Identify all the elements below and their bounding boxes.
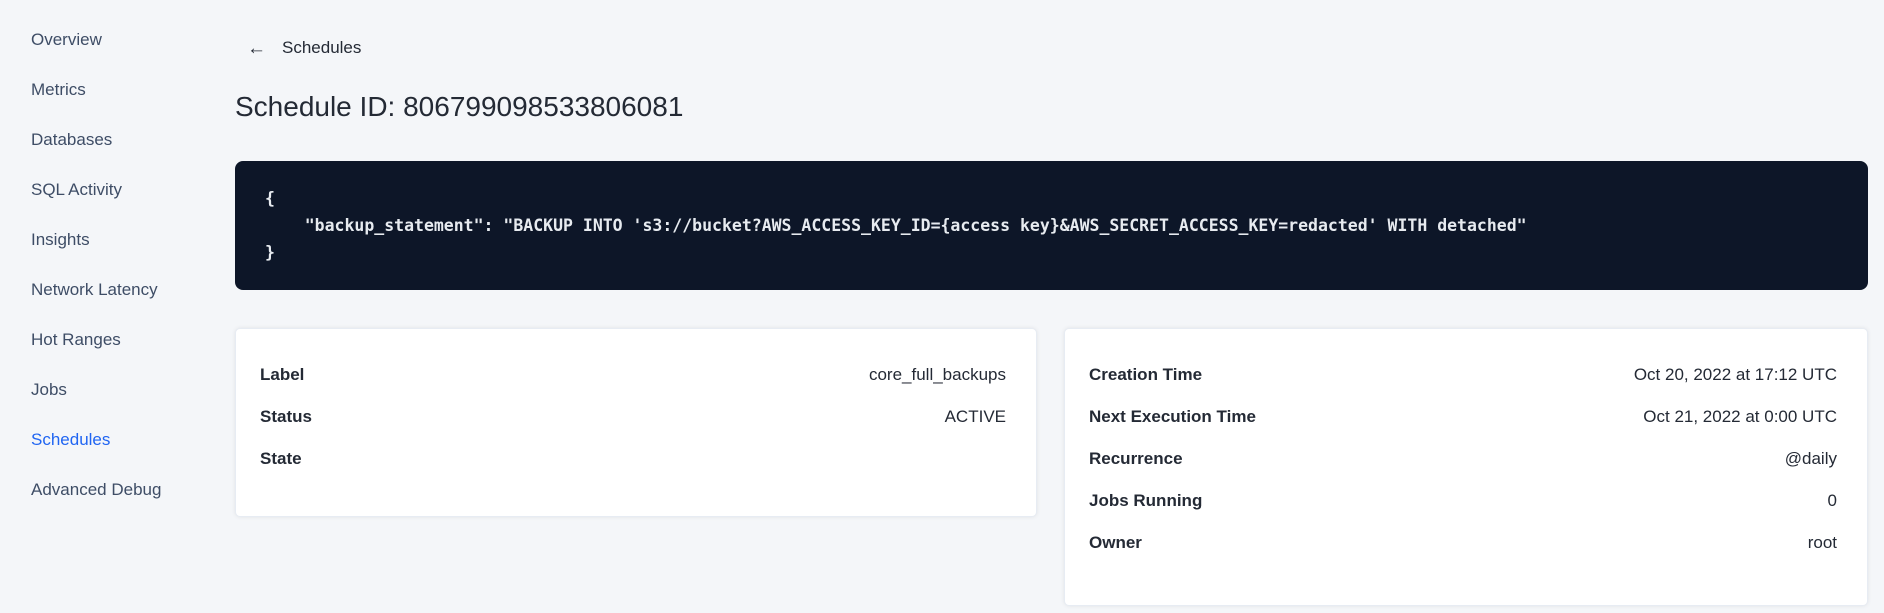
backup-statement-code: { "backup_statement": "BACKUP INTO 's3:/… [265,189,1527,262]
detail-row: Label core_full_backups [260,365,1006,407]
detail-label: Jobs Running [1089,491,1203,510]
sidebar-item-label: Advanced Debug [31,480,162,499]
sidebar-item-label: Network Latency [31,280,158,299]
sidebar-item-jobs[interactable]: Jobs [0,365,235,415]
schedule-detail-page: ← Schedules Schedule ID: 806799098533806… [235,0,1868,606]
sidebar-item-overview[interactable]: Overview [0,15,235,65]
detail-value: core_full_backups [868,365,1006,384]
sidebar-item-label: Jobs [31,380,67,399]
detail-label: Owner [1089,533,1142,552]
detail-value: root [1807,533,1837,552]
sidebar-item-label: Metrics [31,80,86,99]
sidebar-item-insights[interactable]: Insights [0,215,235,265]
detail-row: State [260,449,1006,491]
sidebar-item-label: Schedules [31,430,111,449]
detail-row: Next Execution Time Oct 21, 2022 at 0:00… [1089,407,1837,449]
schedule-summary-card: Label core_full_backups Status ACTIVE St… [235,328,1037,517]
detail-row: Creation Time Oct 20, 2022 at 17:12 UTC [1089,365,1837,407]
back-arrow-icon: ← [247,37,266,59]
detail-row: Owner root [1089,533,1837,575]
back-link-label: Schedules [282,38,362,57]
detail-label: Label [260,365,305,384]
sidebar-item-label: Insights [31,230,90,249]
sidebar-item-hot-ranges[interactable]: Hot Ranges [0,315,235,365]
sidebar-item-sql-activity[interactable]: SQL Activity [0,165,235,215]
sidebar-item-schedules[interactable]: Schedules [0,415,235,465]
detail-row: Jobs Running 0 [1089,491,1837,533]
sidebar-item-label: Hot Ranges [31,330,121,349]
sidebar-item-label: Overview [31,30,102,49]
page-title: Schedule ID: 806799098533806081 [235,91,684,122]
sidebar-item-label: SQL Activity [31,180,123,199]
detail-value: @daily [1784,449,1837,468]
detail-label: Recurrence [1089,449,1183,468]
sidebar-item-databases[interactable]: Databases [0,115,235,165]
detail-value: Oct 20, 2022 at 17:12 UTC [1633,365,1837,384]
sidebar-item-label: Databases [31,130,113,149]
detail-value: 0 [1827,491,1837,510]
detail-row: Status ACTIVE [260,407,1006,449]
detail-value: Oct 21, 2022 at 0:00 UTC [1643,407,1837,426]
sidebar-item-advanced-debug[interactable]: Advanced Debug [0,465,235,515]
detail-label: Creation Time [1089,365,1203,384]
detail-value: ACTIVE [944,407,1006,426]
sidebar-item-metrics[interactable]: Metrics [0,65,235,115]
detail-label: Status [260,407,312,426]
sidebar-item-network-latency[interactable]: Network Latency [0,265,235,315]
detail-label: Next Execution Time [1089,407,1256,426]
backup-statement-code-block: { "backup_statement": "BACKUP INTO 's3:/… [235,161,1868,290]
detail-cards: Label core_full_backups Status ACTIVE St… [235,328,1868,606]
detail-row: Recurrence @daily [1089,449,1837,491]
detail-label: State [260,449,302,468]
schedule-timing-card: Creation Time Oct 20, 2022 at 17:12 UTC … [1064,328,1868,606]
back-to-schedules-link[interactable]: ← Schedules [247,36,361,60]
sidebar: Overview Metrics Databases SQL Activity … [0,0,235,613]
